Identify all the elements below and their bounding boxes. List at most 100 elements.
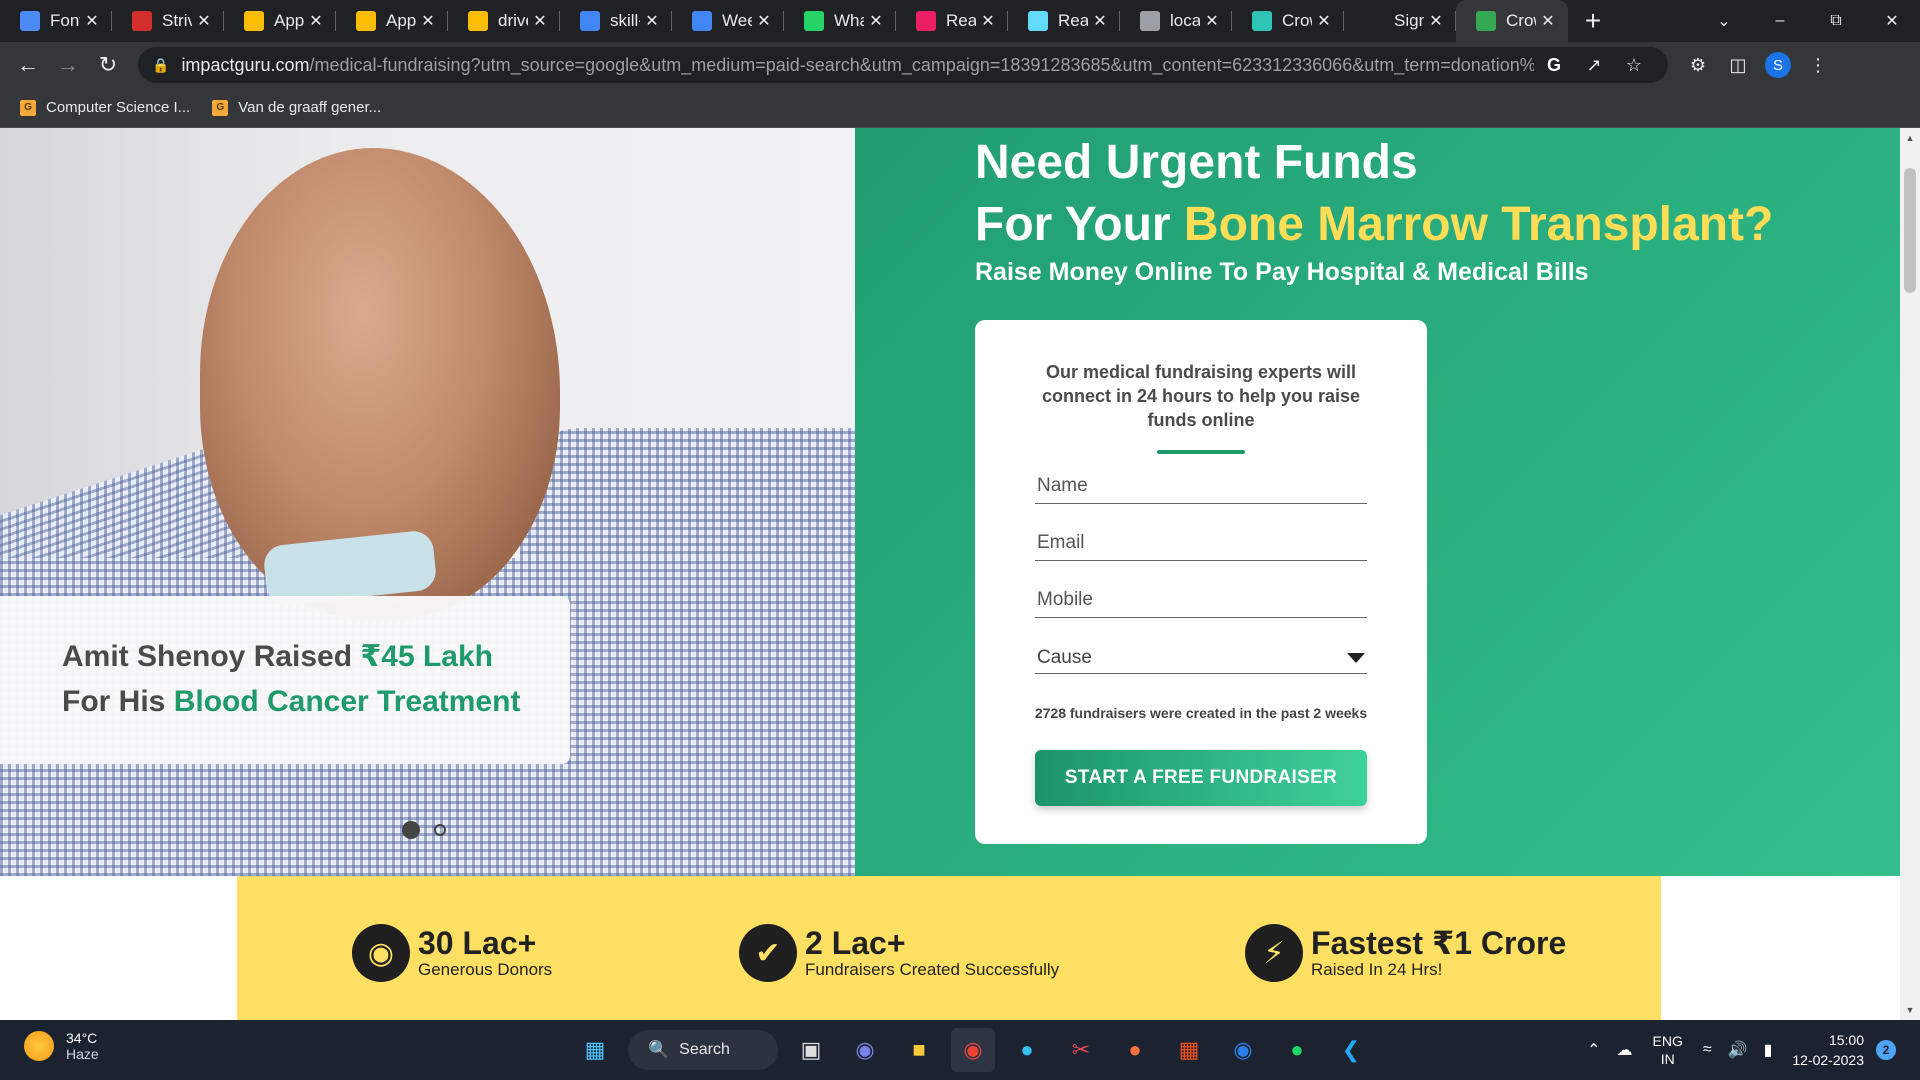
close-window-icon[interactable]: ✕ [1864, 0, 1920, 42]
menu-icon[interactable]: ⋮ [1798, 45, 1838, 85]
browser-tab[interactable]: App ✕ [336, 0, 448, 42]
chrome-icon[interactable]: ◉ [951, 1028, 995, 1072]
url-text[interactable]: impactguru.com/medical-fundraising?utm_s… [181, 55, 1534, 76]
close-icon[interactable]: ✕ [1088, 11, 1112, 31]
close-icon[interactable]: ✕ [1200, 11, 1224, 31]
wps-office-icon[interactable]: ◉ [1221, 1028, 1265, 1072]
share-icon[interactable]: ↗ [1574, 55, 1614, 76]
minimize-icon[interactable]: – [1752, 0, 1808, 42]
cause-select[interactable]: Cause [1035, 636, 1367, 674]
vscode-icon[interactable]: ❮ [1329, 1028, 1373, 1072]
browser-tab[interactable]: drive✕ [448, 0, 560, 42]
browser-tab[interactable]: skill-✕ [560, 0, 672, 42]
onedrive-icon[interactable]: ☁ [1617, 1040, 1633, 1060]
page-scrollbar[interactable]: ▲ ▼ [1900, 128, 1920, 1020]
react-icon [916, 11, 936, 31]
reload-button[interactable]: ↻ [88, 45, 128, 85]
teams-chat-icon[interactable]: ◉ [843, 1028, 887, 1072]
email-input[interactable] [1035, 526, 1367, 560]
address-bar[interactable]: 🔒 impactguru.com/medical-fundraising?utm… [138, 47, 1668, 83]
browser-tab[interactable]: local✕ [1120, 0, 1232, 42]
bookmark-star-icon[interactable]: ☆ [1614, 55, 1654, 76]
close-icon[interactable]: ✕ [864, 11, 888, 31]
profile-avatar[interactable]: S [1758, 45, 1798, 85]
avatar: S [1765, 52, 1791, 78]
name-input[interactable] [1035, 469, 1367, 503]
close-icon[interactable]: ✕ [304, 11, 328, 31]
close-icon[interactable]: ✕ [640, 11, 664, 31]
clock[interactable]: 15:00 12-02-2023 [1792, 1030, 1864, 1070]
forward-button[interactable]: → [48, 45, 88, 85]
name-field[interactable] [1035, 466, 1367, 504]
chevron-up-icon[interactable]: ⌃ [1587, 1040, 1600, 1060]
temperature: 34°C [66, 1030, 98, 1046]
firefox-icon[interactable]: ● [1113, 1028, 1157, 1072]
task-view-icon[interactable]: ▣ [789, 1028, 833, 1072]
scroll-up-arrow-icon[interactable]: ▲ [1900, 130, 1920, 146]
browser-tab[interactable]: Reac✕ [896, 0, 1008, 42]
microsoft-store-icon[interactable]: ▦ [1167, 1028, 1211, 1072]
close-icon[interactable]: ✕ [1424, 11, 1448, 31]
browser-tab[interactable]: Font✕ [0, 0, 112, 42]
email-field[interactable] [1035, 523, 1367, 561]
bookmark-item[interactable]: G Van de graaff gener... [212, 99, 381, 116]
close-icon[interactable]: ✕ [528, 11, 552, 31]
story-cause: Blood Cancer Treatment [173, 685, 521, 718]
carousel-dots [402, 821, 460, 839]
close-icon[interactable]: ✕ [976, 11, 1000, 31]
scroll-down-arrow-icon[interactable]: ▼ [1900, 1002, 1920, 1018]
windows-start-icon[interactable]: ▦ [573, 1028, 617, 1072]
close-icon[interactable]: ✕ [752, 11, 776, 31]
browser-tab[interactable]: AppI✕ [224, 0, 336, 42]
tab-title: local [1170, 11, 1200, 30]
browser-tab[interactable]: Weel✕ [672, 0, 784, 42]
weather-widget[interactable]: 34°C Haze [24, 1030, 99, 1062]
start-fundraiser-button[interactable]: START A FREE FUNDRAISER [1035, 750, 1367, 806]
browser-tab[interactable]: Reac✕ [1008, 0, 1120, 42]
browser-tab[interactable]: Striv ✕ [112, 0, 224, 42]
headline-line-1: Need Urgent Funds [975, 136, 1418, 189]
new-tab-button[interactable]: + [1568, 0, 1618, 42]
browser-tab[interactable]: Wha✕ [784, 0, 896, 42]
mobile-input[interactable] [1035, 583, 1367, 617]
extensions-icon[interactable]: ⚙ [1678, 45, 1718, 85]
browser-tab[interactable]: Crow✕ [1232, 0, 1344, 42]
battery-icon[interactable]: ▮ [1764, 1040, 1773, 1060]
notification-badge[interactable]: 2 [1876, 1040, 1896, 1060]
web-page: Amit Shenoy Raised ₹45 Lakh For His Bloo… [0, 128, 1900, 1020]
google-lens-icon[interactable]: G [1534, 55, 1574, 76]
volume-icon[interactable]: 🔊 [1728, 1040, 1748, 1060]
mobile-field[interactable] [1035, 580, 1367, 618]
browser-tab[interactable]: Crow✕ [1456, 0, 1568, 42]
flag-icon [20, 11, 40, 31]
headline-text: For Your [975, 198, 1184, 251]
close-icon[interactable]: ✕ [192, 11, 216, 31]
carousel-dot[interactable] [434, 824, 446, 836]
back-button[interactable]: ← [8, 45, 48, 85]
search-icon: 🔍 [648, 1040, 670, 1059]
lead-form: Our medical fundraising experts will con… [975, 320, 1427, 844]
language-indicator[interactable]: ENG IN [1653, 1032, 1683, 1068]
close-icon[interactable]: ✕ [1536, 11, 1560, 31]
snipping-tool-icon[interactable]: ✂ [1059, 1028, 1103, 1072]
file-explorer-icon[interactable]: ■ [897, 1028, 941, 1072]
bookmark-item[interactable]: G Computer Science I... [20, 99, 190, 116]
wifi-icon[interactable]: ≈ [1703, 1041, 1712, 1059]
page-subheading: Raise Money Online To Pay Hospital & Med… [975, 258, 1589, 286]
stat-fundraisers: ✔ 2 Lac+ Fundraisers Created Successfully [739, 924, 1059, 982]
edge-icon[interactable]: ● [1005, 1028, 1049, 1072]
restore-icon[interactable]: ⧉ [1808, 0, 1864, 42]
stat-value: Fastest ₹1 Crore [1311, 925, 1567, 961]
browser-tab[interactable]: Sign ✕ [1344, 0, 1456, 42]
close-icon[interactable]: ✕ [1312, 11, 1336, 31]
close-icon[interactable]: ✕ [416, 11, 440, 31]
stat-label: Fundraisers Created Successfully [805, 960, 1060, 979]
carousel-dot-active[interactable] [402, 821, 420, 839]
close-icon[interactable]: ✕ [80, 11, 104, 31]
side-panel-icon[interactable]: ◫ [1718, 45, 1758, 85]
tab-search-icon[interactable]: ⌄ [1696, 0, 1752, 42]
scrollbar-thumb[interactable] [1904, 168, 1916, 293]
time: 15:00 [1828, 1032, 1864, 1048]
spotify-icon[interactable]: ● [1275, 1028, 1319, 1072]
taskbar-search[interactable]: 🔍 Search [628, 1030, 778, 1070]
